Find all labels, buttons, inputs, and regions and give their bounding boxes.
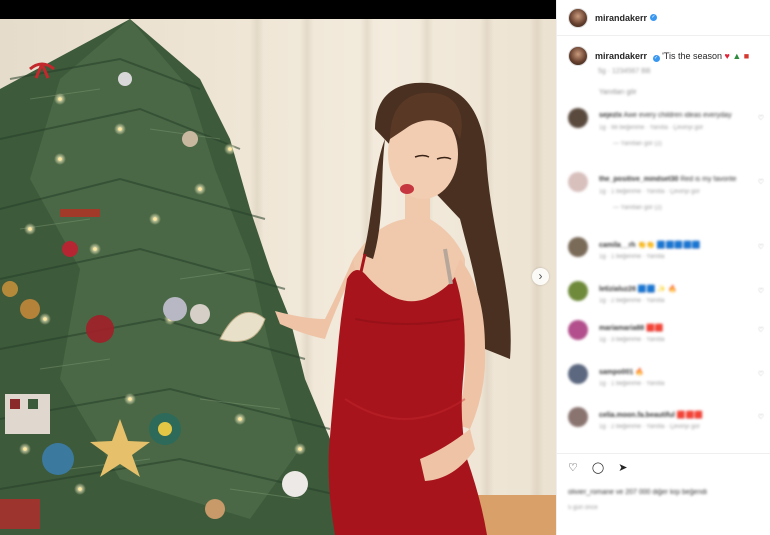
post-header: mirandakerr ✓	[557, 0, 770, 36]
comment-text: sejezlx Awe every children ideas everyda…	[599, 112, 732, 119]
avatar[interactable]	[568, 281, 588, 301]
post-caption: mirandakerr ✓ 'Tis the season ♥ ▲ ■	[557, 36, 770, 66]
avatar[interactable]	[568, 320, 588, 340]
post-age: 5 gün önce	[568, 505, 598, 511]
comment-icon[interactable]: ◯	[592, 461, 604, 474]
post-photo[interactable]: ›	[0, 19, 556, 535]
comment-text: mariamaria88 🟥🟥	[599, 324, 664, 332]
comment-body: Awe every children ideas everyday	[623, 112, 732, 119]
heart-icon[interactable]: ♡	[758, 178, 764, 186]
heart-icon[interactable]: ♡	[758, 243, 764, 251]
heart-icon[interactable]: ♡	[758, 287, 764, 295]
comment-body: 👏👏 🟦🟦🟦🟦🟦	[637, 242, 701, 249]
avatar[interactable]	[568, 407, 588, 427]
verified-badge-icon: ✓	[650, 14, 658, 21]
heart-icon[interactable]: ♡	[568, 461, 578, 474]
heart-emoji-icon: ♥	[724, 51, 730, 61]
comment-body: 🟥🟥🟥	[676, 412, 703, 419]
comment-body: 🟦🟦 ✨ 🔥	[637, 286, 677, 293]
comment-username[interactable]: sampo001	[599, 369, 633, 376]
avatar[interactable]	[568, 172, 588, 192]
comment-meta: 1g · 2 beğenme · Yanıtla · Çeviriyi gör	[599, 424, 700, 430]
comment-text: letizialuz26 🟦🟦 ✨ 🔥	[599, 285, 677, 293]
comment-meta: 1g · 1 beğenme · Yanıtla · Çeviriyi gör	[599, 189, 700, 195]
comment-text: celia.moon.fa.beautiful 🟥🟥🟥	[599, 411, 703, 419]
panel-divider	[556, 453, 770, 454]
view-replies-link[interactable]: — Yanıtları gör (2)	[613, 141, 662, 147]
comment-body: 🔥	[635, 369, 644, 376]
comment-body: Red is my favorite	[680, 176, 737, 183]
action-bar: ♡ ◯ ➤	[568, 461, 627, 474]
comment-username[interactable]: sejezlx	[599, 112, 622, 119]
likes-summary[interactable]: olivier_romane ve 207 000 diğer kişi beğ…	[568, 489, 707, 496]
avatar[interactable]	[568, 364, 588, 384]
caption-text: 'Tis the season	[662, 51, 722, 61]
comment-username[interactable]: celia.moon.fa.beautiful	[599, 412, 675, 419]
caption-username[interactable]: mirandakerr	[595, 51, 647, 61]
avatar[interactable]	[568, 7, 588, 28]
tree-emoji-icon: ▲	[732, 51, 742, 61]
heart-icon[interactable]: ♡	[758, 413, 764, 421]
comment-text: sampo001 🔥	[599, 368, 644, 376]
comment-text: the_positive_mindset30 Red is my favorit…	[599, 176, 736, 183]
comment-meta: 1g · 2 beğenme · Yanıtla	[599, 298, 665, 304]
heart-icon[interactable]: ♡	[758, 370, 764, 378]
post-username[interactable]: mirandakerr	[595, 13, 647, 23]
avatar[interactable]	[568, 46, 588, 66]
gift-emoji-icon: ■	[743, 51, 750, 61]
comment-meta: 1g · 3 beğenme · Yanıtla	[599, 337, 665, 343]
view-replies-link[interactable]: — Yanıtları gör (2)	[613, 205, 662, 211]
comment-body: 🟥🟥	[646, 325, 664, 332]
caption-timestamp: 5g · 1234567 BB	[598, 68, 651, 75]
share-icon[interactable]: ➤	[618, 461, 627, 474]
next-image-button[interactable]: ›	[532, 268, 549, 285]
view-replies-link[interactable]: Yanıtları gör	[599, 89, 770, 96]
post-side-panel: mirandakerr ✓ mirandakerr ✓ 'Tis the sea…	[556, 0, 770, 535]
comment-meta: 1g · 1 beğenme · Yanıtla	[599, 254, 665, 260]
heart-icon[interactable]: ♡	[758, 326, 764, 334]
comment-username[interactable]: letizialuz26	[599, 286, 636, 293]
comment-meta: 1g · 1 beğenme · Yanıtla	[599, 381, 665, 387]
woman-figure	[275, 82, 511, 535]
avatar[interactable]	[568, 237, 588, 257]
photo-top-bar	[0, 0, 556, 19]
comment-username[interactable]: camila__rh	[599, 242, 636, 249]
comment-text: camila__rh 👏👏 🟦🟦🟦🟦🟦	[599, 241, 701, 249]
verified-badge-icon: ✓	[652, 55, 660, 62]
avatar[interactable]	[568, 108, 588, 128]
comment-meta: 1g · 98 beğenme · Yanıtla · Çeviriyi gör	[599, 125, 704, 131]
heart-icon[interactable]: ♡	[758, 114, 764, 122]
comment-username[interactable]: the_positive_mindset30	[599, 176, 678, 183]
comment-username[interactable]: mariamaria88	[599, 325, 644, 332]
